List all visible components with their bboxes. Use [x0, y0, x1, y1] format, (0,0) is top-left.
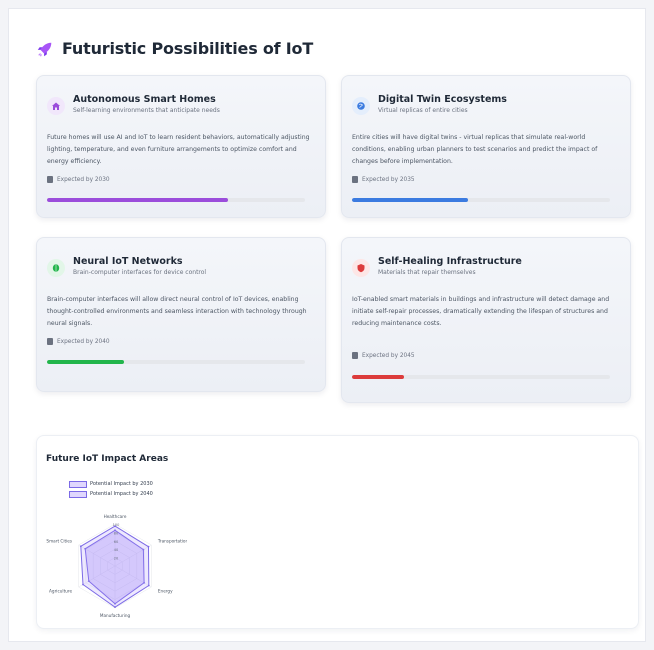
radar-point [82, 583, 84, 586]
card-title: Self-Healing Infrastructure [378, 256, 522, 267]
legend-swatch [69, 490, 87, 498]
page-header: Futuristic Possibilities of IoT [36, 39, 313, 58]
calendar-icon [47, 176, 53, 183]
card-digital-twin-ecosystems: Digital Twin Ecosystems Virtual replicas… [341, 75, 631, 218]
card-description: IoT-enabled smart materials in buildings… [352, 296, 610, 327]
legend-swatch [69, 480, 87, 488]
progress-fill [352, 198, 469, 202]
brain-icon [47, 259, 65, 277]
progress-fill [352, 375, 404, 379]
card-title: Neural IoT Networks [73, 256, 183, 267]
card-description: Brain-computer interfaces will allow dir… [47, 296, 307, 327]
page-container: Futuristic Possibilities of IoT Autonomo… [8, 8, 646, 642]
radar-point [114, 606, 116, 609]
radar-tick-label: 60 [114, 540, 118, 544]
expected-date: Expected by 2045 [352, 352, 415, 359]
page-title: Futuristic Possibilities of IoT [62, 39, 314, 58]
radar-axis-label: Smart Cities [46, 539, 72, 544]
expected-date: Expected by 2035 [352, 176, 415, 183]
card-subtitle: Virtual replicas of entire cities [378, 107, 468, 114]
expected-date-label: Expected by 2040 [57, 338, 110, 345]
radar-tick-label: 80 [114, 531, 118, 535]
calendar-icon [47, 338, 53, 345]
radar-axis-label: Healthcare [104, 514, 127, 519]
impact-chart-card: Future IoT Impact Areas Potential Impact… [36, 435, 639, 629]
shield-icon [352, 259, 370, 277]
card-subtitle: Self-learning environments that anticipa… [73, 107, 220, 114]
progress-fill [47, 360, 125, 364]
progress-track [47, 360, 305, 364]
expected-date: Expected by 2040 [47, 338, 110, 345]
card-title: Autonomous Smart Homes [73, 94, 216, 105]
card-autonomous-smart-homes: Autonomous Smart Homes Self-learning env… [36, 75, 326, 218]
expected-date-label: Expected by 2045 [362, 352, 415, 359]
rocket-icon [37, 42, 52, 56]
chart-title: Future IoT Impact Areas [46, 454, 169, 464]
legend-label: Potential Impact by 2040 [90, 491, 153, 497]
globe-icon [352, 97, 370, 115]
progress-track [47, 198, 305, 202]
card-subtitle: Materials that repair themselves [378, 269, 476, 276]
radar-point [147, 584, 150, 587]
progress-track [352, 198, 610, 202]
radar-tick-label: 20 [114, 557, 118, 561]
card-self-healing-infrastructure: Self-Healing Infrastructure Materials th… [341, 237, 631, 403]
home-icon [47, 97, 65, 115]
radar-axis-label: Manufacturing [100, 613, 131, 618]
calendar-icon [352, 176, 358, 183]
legend-label: Potential Impact by 2030 [90, 481, 153, 487]
expected-date-label: Expected by 2035 [362, 176, 415, 183]
card-description: Entire cities will have digital twins - … [352, 134, 598, 165]
expected-date-label: Expected by 2030 [57, 176, 110, 183]
radar-tick-label: 40 [114, 548, 118, 552]
card-subtitle: Brain-computer interfaces for device con… [73, 269, 207, 276]
radar-axis-label: Energy [158, 588, 173, 593]
radar-point [147, 545, 150, 548]
legend-item-2030[interactable]: Potential Impact by 2030 [69, 479, 153, 489]
radar-chart: 100 80 60 40 20 Healthcare Transportation Energ… [46, 514, 187, 618]
expected-date: Expected by 2030 [47, 176, 110, 183]
radar-series-2 [80, 525, 150, 608]
card-neural-iot-networks: Neural IoT Networks Brain-computer inter… [36, 237, 326, 392]
calendar-icon [352, 352, 358, 359]
radar-axis-label: Transportation [157, 539, 187, 544]
card-title: Digital Twin Ecosystems [378, 94, 507, 105]
radar-tick-label: 100 [113, 523, 120, 527]
radar-point [79, 545, 82, 548]
progress-fill [47, 198, 228, 202]
chart-legend[interactable]: Potential Impact by 2030 Potential Impac… [69, 479, 153, 499]
card-description: Future homes will use AI and IoT to lear… [47, 134, 310, 165]
legend-item-2040[interactable]: Potential Impact by 2040 [69, 489, 153, 499]
progress-track [352, 375, 610, 379]
radar-axis-label: Agriculture [49, 588, 72, 593]
